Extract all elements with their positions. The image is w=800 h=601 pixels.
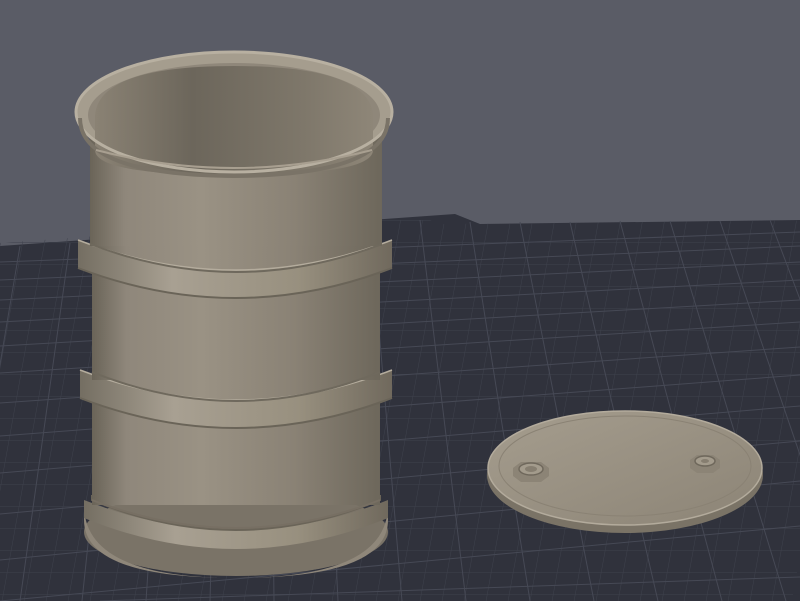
3d-viewport[interactable] bbox=[0, 0, 800, 601]
oil-drum[interactable] bbox=[74, 50, 394, 578]
scene-canvas[interactable] bbox=[0, 0, 800, 601]
lid-bung-large bbox=[513, 462, 549, 482]
lid-bung-small bbox=[690, 455, 720, 473]
drum-lid[interactable] bbox=[487, 410, 763, 533]
